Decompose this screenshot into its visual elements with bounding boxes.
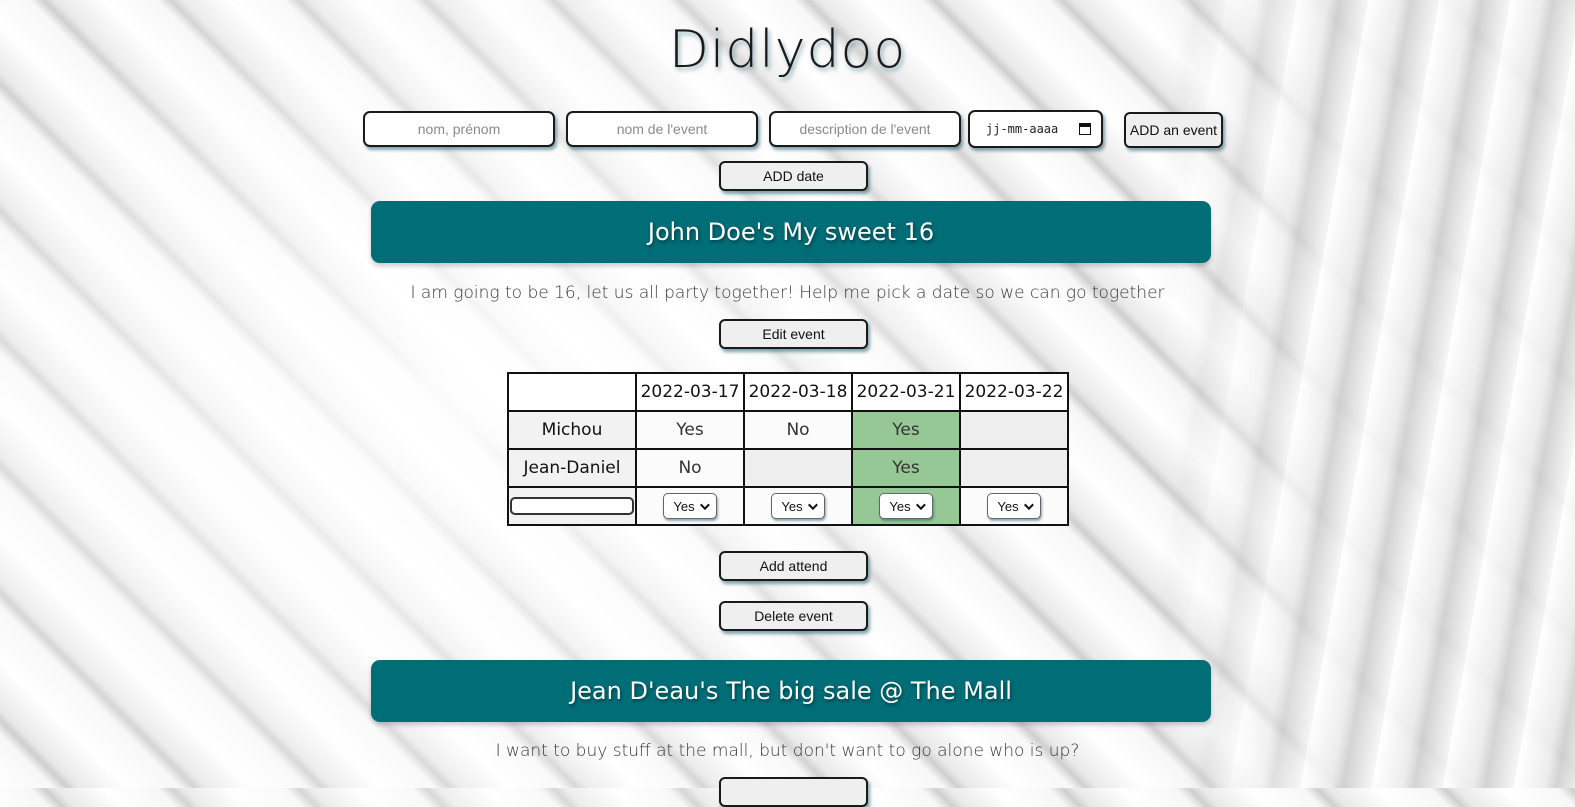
availability-cell <box>959 410 1069 450</box>
app-title: Didlydoo <box>668 20 907 80</box>
event-name-input[interactable] <box>566 111 758 147</box>
event-description: I am going to be 16, let us all party to… <box>410 283 1165 303</box>
calendar-icon[interactable] <box>1079 123 1091 135</box>
availability-cell <box>959 448 1069 488</box>
availability-cell: No <box>743 410 853 450</box>
availability-select[interactable]: Yes <box>663 493 717 519</box>
select-cell: Yes <box>743 486 853 526</box>
table-corner <box>507 372 637 412</box>
page: Didlydoo jj-mm-aaaa ADD an event ADD dat… <box>0 0 1575 807</box>
date-header: 2022-03-17 <box>635 372 745 412</box>
event-description: I want to buy stuff at the mall, but don… <box>495 741 1080 761</box>
date-header: 2022-03-18 <box>743 372 853 412</box>
attendee-name: Michou <box>507 410 637 450</box>
name-input[interactable] <box>363 111 555 147</box>
select-value: Yes <box>781 498 803 514</box>
table-row: Michou Yes No Yes <box>507 410 1069 450</box>
event-description-input[interactable] <box>769 111 961 147</box>
date-header: 2022-03-21 <box>851 372 961 412</box>
table-header-row: 2022-03-17 2022-03-18 2022-03-21 2022-03… <box>507 372 1069 412</box>
select-cell: Yes <box>851 486 961 526</box>
select-value: Yes <box>673 498 695 514</box>
chevron-down-icon <box>1023 499 1034 510</box>
select-value: Yes <box>889 498 911 514</box>
availability-cell: No <box>635 448 745 488</box>
chevron-down-icon <box>699 499 710 510</box>
add-date-button[interactable]: ADD date <box>719 161 868 191</box>
add-event-button[interactable]: ADD an event <box>1124 112 1223 148</box>
availability-cell: Yes <box>851 448 961 488</box>
select-value: Yes <box>997 498 1019 514</box>
new-attendee-cell <box>507 486 637 526</box>
delete-event-button[interactable]: Delete event <box>719 601 868 631</box>
edit-event-button[interactable]: Edit event <box>719 319 868 349</box>
availability-select[interactable]: Yes <box>879 493 933 519</box>
new-attendee-name-input[interactable] <box>510 497 634 515</box>
new-attendee-row: Yes Yes Yes Yes <box>507 486 1069 526</box>
date-input[interactable]: jj-mm-aaaa <box>968 110 1103 148</box>
availability-table: 2022-03-17 2022-03-18 2022-03-21 2022-03… <box>507 372 1069 526</box>
event-title-banner: Jean D'eau's The big sale @ The Mall <box>371 660 1211 722</box>
attendee-name: Jean-Daniel <box>507 448 637 488</box>
event-title-banner: John Doe's My sweet 16 <box>371 201 1211 263</box>
event-title: John Doe's My sweet 16 <box>647 218 935 246</box>
availability-cell: Yes <box>635 410 745 450</box>
date-placeholder: jj-mm-aaaa <box>986 122 1059 136</box>
edit-event-button[interactable] <box>719 777 868 807</box>
availability-cell: Yes <box>851 410 961 450</box>
availability-cell <box>743 448 853 488</box>
availability-select[interactable]: Yes <box>771 493 825 519</box>
select-cell: Yes <box>635 486 745 526</box>
chevron-down-icon <box>807 499 818 510</box>
select-cell: Yes <box>959 486 1069 526</box>
event-title: Jean D'eau's The big sale @ The Mall <box>570 677 1012 705</box>
add-attend-button[interactable]: Add attend <box>719 551 868 581</box>
date-header: 2022-03-22 <box>959 372 1069 412</box>
availability-select[interactable]: Yes <box>987 493 1041 519</box>
table-row: Jean-Daniel No Yes <box>507 448 1069 488</box>
chevron-down-icon <box>915 499 926 510</box>
